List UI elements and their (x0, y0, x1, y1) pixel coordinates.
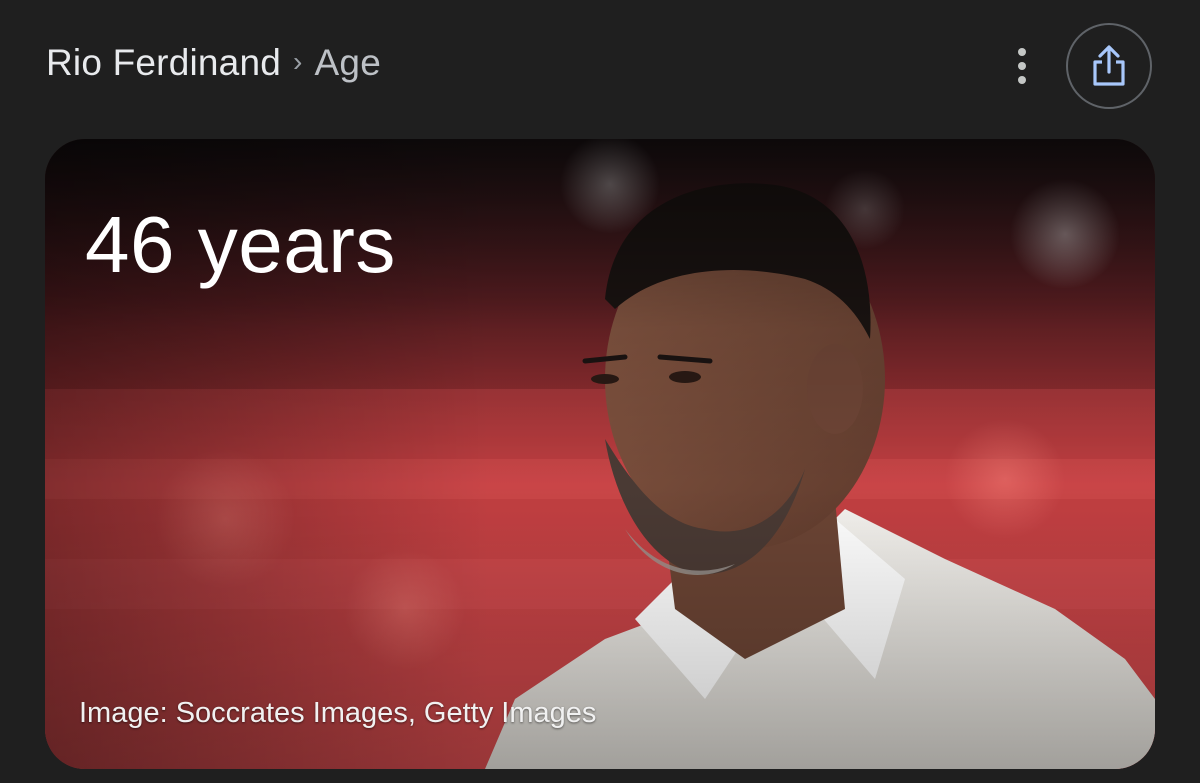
header: Rio Ferdinand › Age (0, 0, 1200, 130)
breadcrumb-separator: › (293, 46, 303, 77)
age-card[interactable]: 46 years Image: Soccrates Images, Getty … (45, 139, 1155, 769)
breadcrumb-entity[interactable]: Rio Ferdinand (46, 42, 281, 84)
more-vert-icon (1018, 48, 1026, 56)
page: Rio Ferdinand › Age 46 years Image: Socc… (0, 0, 1200, 783)
breadcrumb-attribute: Age (314, 42, 381, 83)
age-value: 46 years (85, 200, 396, 289)
image-credit[interactable]: Image: Soccrates Images, Getty Images (79, 697, 596, 730)
more-vert-icon-dot (1018, 76, 1026, 84)
more-options-button[interactable] (1000, 38, 1044, 94)
breadcrumb: Rio Ferdinand › Age (46, 42, 381, 84)
more-vert-icon-dot (1018, 62, 1026, 70)
share-button[interactable] (1066, 23, 1152, 109)
share-icon (1093, 45, 1125, 86)
